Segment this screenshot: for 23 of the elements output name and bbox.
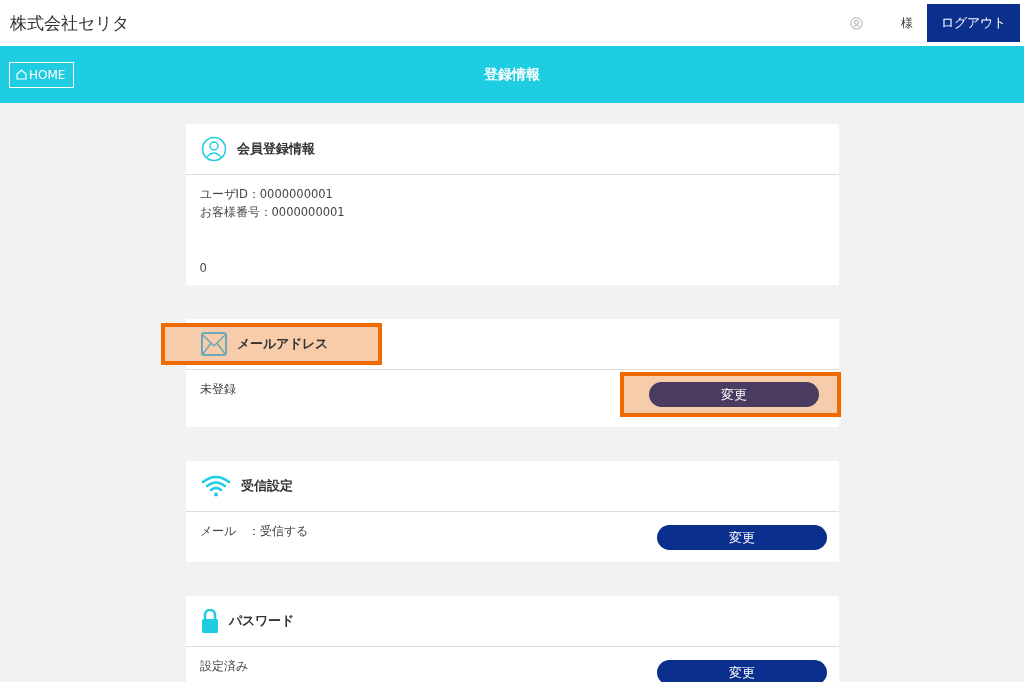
user-icon — [200, 136, 227, 162]
info-text: お客様番号：0000000001 — [199, 205, 345, 220]
change-button[interactable]: 変更 — [648, 382, 819, 407]
info-text: 0 — [199, 261, 208, 275]
section-title: 会員登録情報 — [236, 140, 315, 158]
info-text: 設定済み — [199, 659, 248, 674]
change-button[interactable]: 変更 — [656, 525, 827, 550]
company-name: 株式会社セリタ — [10, 11, 130, 35]
logout-button[interactable]: ログアウト — [927, 4, 1020, 42]
section-title: メールアドレス — [236, 335, 328, 353]
info-text: ユーザID：0000000001 — [199, 187, 334, 202]
wifi-icon — [200, 475, 231, 497]
honorific-label: 様 — [901, 14, 913, 32]
section-title: 受信設定 — [240, 477, 293, 495]
page-title: 登録情報 — [484, 65, 540, 84]
info-text: 未登録 — [199, 382, 236, 397]
change-button[interactable]: 変更 — [656, 660, 827, 682]
section-title: パスワード — [228, 612, 294, 630]
user-icon — [850, 16, 863, 30]
lock-icon — [200, 609, 219, 633]
envelope-icon — [200, 332, 227, 356]
home-icon — [16, 69, 27, 80]
info-text: メール ：受信する — [199, 524, 308, 539]
